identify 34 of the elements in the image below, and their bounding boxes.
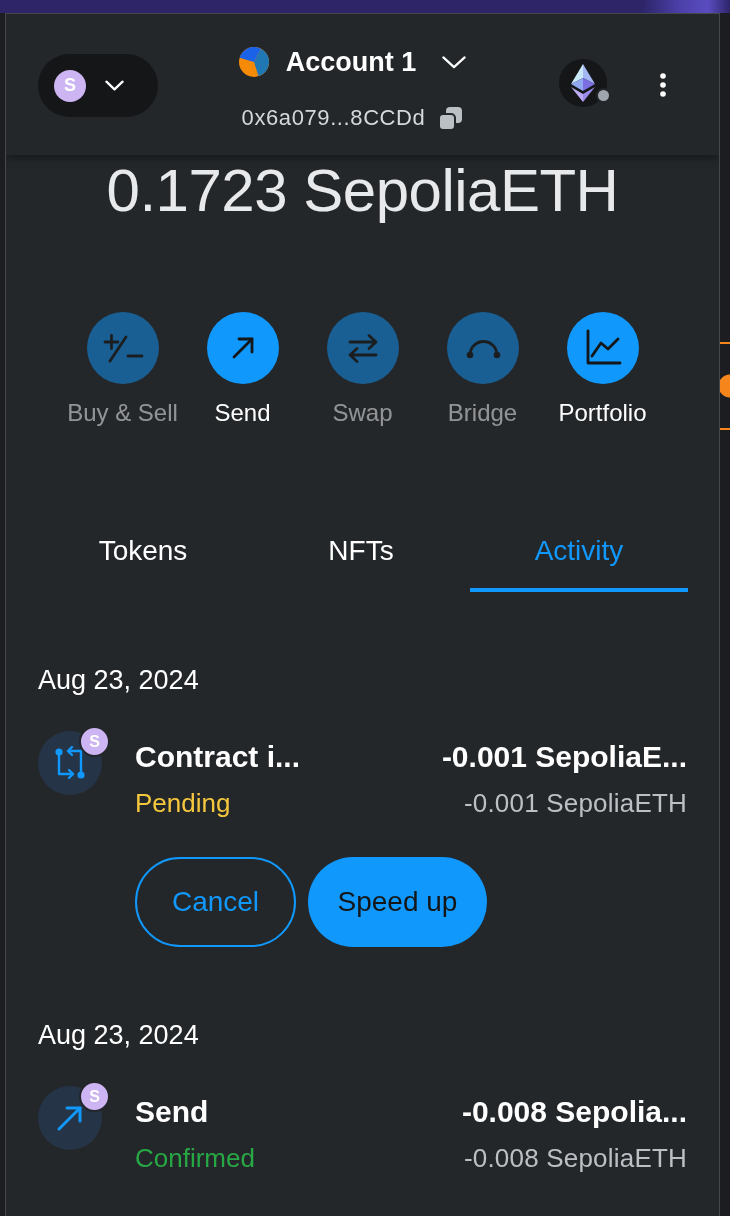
ethereum-icon[interactable] <box>559 58 607 107</box>
pie-avatar-icon <box>238 47 269 77</box>
speed-up-button[interactable]: Speed up <box>308 857 487 947</box>
cancel-button[interactable]: Cancel <box>135 857 296 947</box>
transaction-amount: -0.001 SepoliaE... <box>441 740 687 774</box>
arc-dots-icon <box>446 312 519 384</box>
network-avatar: S <box>54 69 86 102</box>
transaction-status: Pending <box>135 788 231 818</box>
balance-amount: 0.1723 SepoliaETH <box>105 159 620 223</box>
transaction-title: Contract i... <box>135 740 300 774</box>
tab[interactable]: NFTs <box>252 520 470 592</box>
swap-arrows-icon <box>326 312 399 384</box>
account-address: 0x6a079...8CCDd <box>241 105 426 131</box>
tab[interactable]: Activity <box>470 520 688 592</box>
account-picker[interactable]: Account 1 <box>238 46 467 78</box>
transaction-status: Confirmed <box>135 1143 255 1173</box>
plus-minus-icon <box>86 312 159 384</box>
line-chart-icon <box>566 312 639 384</box>
token-badge: S <box>79 1081 110 1112</box>
copy-icon[interactable] <box>437 105 464 131</box>
chevron-down-icon <box>442 55 467 69</box>
activity-date: Aug 23, 2024 <box>38 1019 200 1051</box>
portfolio-button[interactable]: Portfolio <box>542 312 663 427</box>
activity-date: Aug 23, 2024 <box>38 664 200 696</box>
more-options-icon[interactable] <box>659 72 667 97</box>
tab[interactable]: Tokens <box>34 520 252 592</box>
transaction-secondary-amount: -0.001 SepoliaETH <box>463 788 687 818</box>
send-button[interactable]: Send <box>182 312 303 427</box>
token-badge: S <box>79 726 110 757</box>
transaction-secondary-amount: -0.008 SepoliaETH <box>463 1143 687 1173</box>
transaction-amount: -0.008 Sepolia... <box>461 1095 687 1129</box>
transaction-title: Send <box>135 1095 209 1129</box>
arrow-up-right-icon <box>206 312 279 384</box>
chevron-down-icon <box>105 80 124 91</box>
